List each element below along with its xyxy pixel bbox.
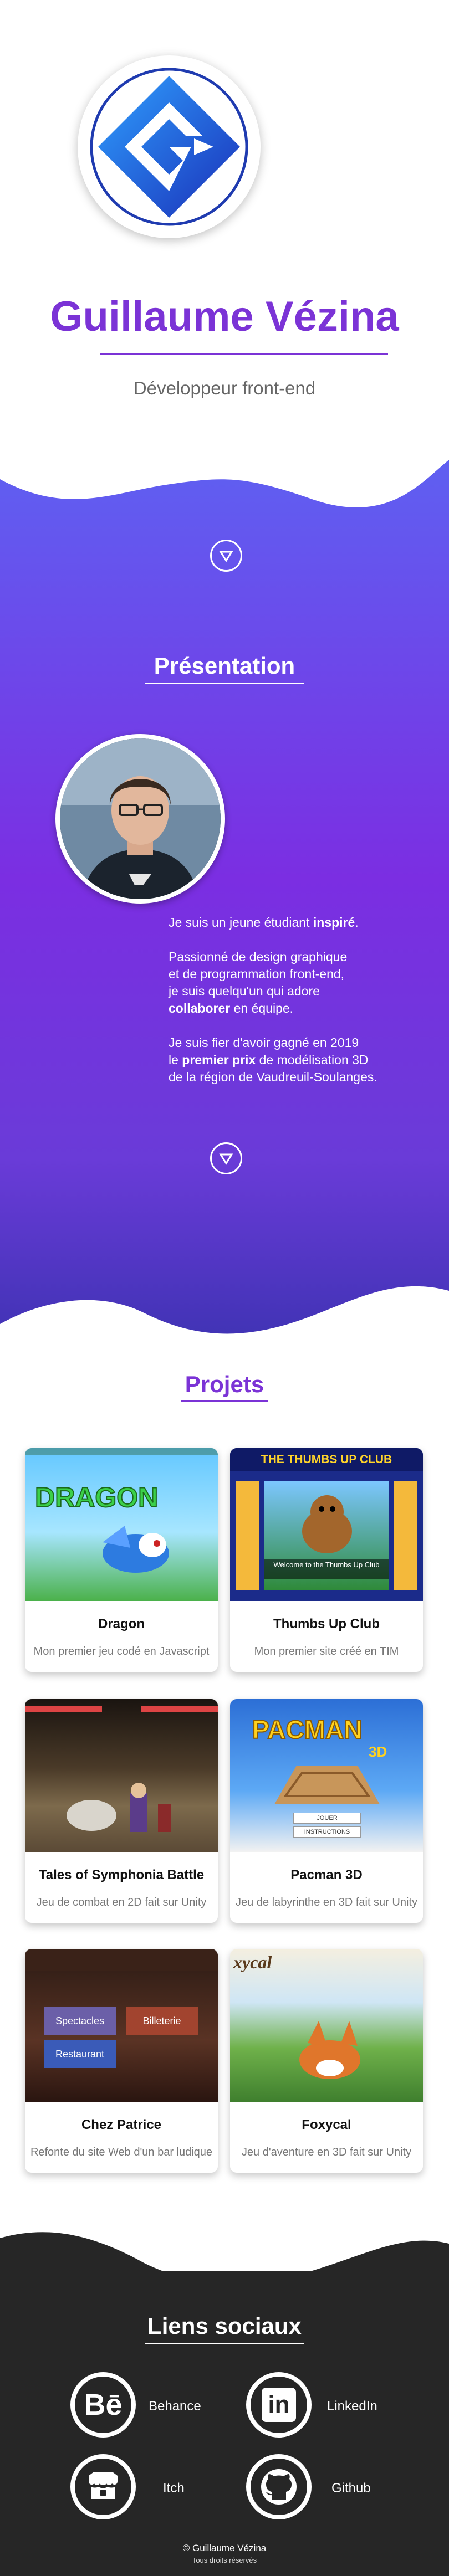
project-thumbnail-chez-patrice: Spectacles Billeterie Restaurant — [25, 1949, 218, 2102]
patrice-restaurant-text: Restaurant — [44, 2040, 116, 2068]
presentation-paragraph-2: Passionné de design graphique et de progr… — [169, 950, 348, 1015]
presentation-paragraph-3: Je suis fier d'avoir gagné en 2019 le pre… — [169, 1035, 377, 1084]
battle-art — [67, 1783, 171, 1832]
bear-art — [302, 1495, 352, 1553]
project-description: Refonte du site Web d'un bar ludique — [30, 2146, 213, 2158]
project-title: Pacman 3D — [290, 1867, 363, 1882]
patrice-billeterie-text: Billeterie — [126, 2007, 198, 2035]
project-thumbnail-tales-of-symphonia — [25, 1699, 218, 1852]
project-card-dragon[interactable]: DRAGON Dragon Mon premier jeu codé en Ja… — [25, 1448, 218, 1672]
pacman-instructions-btn-text: INSTRUCTIONS — [293, 1826, 361, 1838]
presentation-underline — [145, 683, 304, 684]
rights-text: Tous droits réservés — [192, 2556, 257, 2564]
behance-link[interactable]: Bē — [70, 2372, 136, 2438]
logo — [78, 55, 261, 238]
github-icon — [251, 2459, 307, 2515]
patrice-spectacles-text: Spectacles — [44, 2007, 116, 2035]
chevron-down-circle-icon — [219, 1153, 233, 1165]
github-label[interactable]: Github — [331, 2481, 371, 2496]
dragon-art — [103, 1526, 169, 1573]
fox-art — [299, 2021, 360, 2079]
github-link[interactable] — [246, 2454, 312, 2519]
project-thumbnail-pacman-3d: PACMAN 3D JOUER INSTRUCTIONS — [230, 1699, 423, 1852]
pacman-logo-text: PACMAN — [252, 1715, 363, 1744]
project-description: Mon premier site créé en TIM — [254, 1645, 399, 1658]
presentation-section-bg — [0, 432, 449, 1363]
copyright-text: © Guillaume Vézina — [182, 2543, 267, 2553]
portrait-image — [60, 738, 221, 899]
top-wave — [0, 432, 449, 507]
pacman-3d-text: 3D — [369, 1743, 387, 1760]
project-description: Jeu de combat en 2D fait sur Unity — [36, 1896, 207, 1908]
projects-title: Projets — [185, 1371, 264, 1397]
project-description: Jeu de labyrinthe en 3D fait sur Unity — [236, 1896, 417, 1908]
footer-wave — [0, 2232, 449, 2321]
project-card-pacman-3d[interactable]: PACMAN 3D JOUER INSTRUCTIONS Pacman 3D J… — [230, 1699, 423, 1923]
job-title: Développeur front-end — [133, 378, 316, 398]
presentation-paragraph-1: Je suis un jeune étudiant inspiré. — [169, 915, 359, 930]
profile-photo — [55, 734, 225, 904]
bottom-wave — [0, 1286, 449, 1363]
project-title: Chez Patrice — [81, 2117, 162, 2132]
project-title: Dragon — [98, 1617, 145, 1631]
thumbs-header-text: THE THUMBS UP CLUB — [230, 1448, 423, 1471]
project-card-tales-of-symphonia[interactable]: Tales of Symphonia Battle Jeu de combat … — [25, 1699, 218, 1923]
site-owner-name: Guillaume Vézina — [50, 293, 399, 340]
project-title: Foxycal — [302, 2117, 351, 2132]
dragon-logo-text: DRAGON — [34, 1481, 159, 1513]
itch-link[interactable] — [70, 2454, 136, 2519]
project-thumbnail-thumbs-up-club: THE THUMBS UP CLUB Welcome to the Thumbs… — [230, 1448, 423, 1601]
project-title: Tales of Symphonia Battle — [38, 1867, 205, 1882]
social-underline — [145, 2343, 304, 2344]
presentation-text: Je suis un jeune étudiant inspiré. Passi… — [169, 914, 424, 1103]
project-title: Thumbs Up Club — [273, 1617, 380, 1631]
foxycal-logo-text: xycal — [233, 1952, 272, 1972]
projects-underline — [181, 1400, 268, 1402]
name-divider — [100, 353, 388, 355]
itch-label[interactable]: Itch — [163, 2481, 185, 2496]
linkedin-label[interactable]: LinkedIn — [327, 2399, 377, 2414]
thumbs-welcome-text: Welcome to the Thumbs Up Club — [264, 1559, 389, 1579]
linkedin-link[interactable]: in — [246, 2372, 312, 2438]
presentation-title: Présentation — [154, 653, 295, 679]
project-card-foxycal[interactable]: xycal Foxycal Jeu d'aventure en 3D fait … — [230, 1949, 423, 2173]
maze-art — [274, 1766, 380, 1804]
chevron-down-circle-icon — [219, 551, 233, 562]
project-card-chez-patrice[interactable]: Spectacles Billeterie Restaurant Chez Pa… — [25, 1949, 218, 2173]
itch-icon — [75, 2459, 131, 2515]
project-thumbnail-foxycal: xycal — [230, 1949, 423, 2102]
project-description: Mon premier jeu codé en Javascript — [33, 1645, 210, 1658]
social-title: Liens sociaux — [147, 2313, 302, 2339]
scroll-down-button-2[interactable] — [210, 1142, 242, 1174]
linkedin-icon: in — [251, 2377, 307, 2433]
project-card-thumbs-up-club[interactable]: THE THUMBS UP CLUB Welcome to the Thumbs… — [230, 1448, 423, 1672]
gv-logo-icon — [90, 68, 248, 226]
linkedin-glyph: in — [262, 2388, 296, 2422]
behance-label[interactable]: Behance — [149, 2399, 201, 2414]
project-thumbnail-dragon: DRAGON — [25, 1448, 218, 1601]
pacman-play-btn-text: JOUER — [293, 1813, 361, 1824]
behance-icon: Bē — [75, 2377, 131, 2433]
scroll-down-button[interactable] — [210, 540, 242, 572]
project-description: Jeu d'aventure en 3D fait sur Unity — [241, 2146, 412, 2158]
